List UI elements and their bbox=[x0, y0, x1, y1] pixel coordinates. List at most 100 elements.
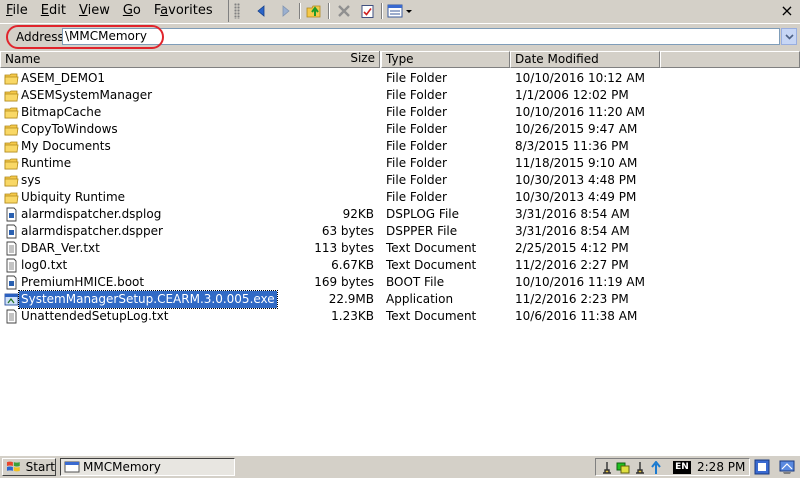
address-input[interactable]: \MMCMemory bbox=[62, 28, 780, 45]
text-file-icon bbox=[4, 241, 19, 256]
toolbar-grip[interactable] bbox=[234, 3, 240, 19]
file-name: log0.txt bbox=[21, 258, 68, 272]
file-type: Application bbox=[386, 292, 454, 306]
folder-icon bbox=[4, 122, 19, 137]
file-row[interactable]: Runtime File Folder 11/18/2015 9:10 AM bbox=[0, 155, 800, 172]
file-name: PremiumHMICE.boot bbox=[21, 275, 145, 289]
up-folder-button[interactable] bbox=[303, 1, 325, 21]
file-row[interactable]: ASEM_DEMO1 File Folder 10/10/2016 10:12 AM bbox=[0, 70, 800, 87]
file-date: 10/26/2015 9:47 AM bbox=[515, 122, 638, 136]
column-header-type-label: Type bbox=[386, 52, 414, 66]
application-icon bbox=[4, 292, 19, 307]
file-date: 2/25/2015 4:12 PM bbox=[515, 241, 629, 255]
network-icon[interactable] bbox=[600, 461, 614, 475]
file-size: 22.9MB bbox=[328, 292, 374, 306]
close-button[interactable]: × bbox=[776, 1, 798, 21]
generic-file-icon bbox=[4, 275, 19, 290]
file-size bbox=[300, 172, 374, 189]
file-type: File Folder bbox=[386, 105, 447, 119]
menu-edit[interactable]: Edit bbox=[35, 1, 73, 21]
file-type: Text Document bbox=[386, 241, 477, 255]
file-type: File Folder bbox=[386, 139, 447, 153]
file-row[interactable]: DBAR_Ver.txt 113 bytes Text Document 2/25/2… bbox=[0, 240, 800, 257]
column-header-size-label: Size bbox=[350, 51, 375, 65]
up-folder-icon bbox=[306, 5, 321, 18]
file-row[interactable]: My Documents File Folder 8/3/2015 11:36 PM bbox=[0, 138, 800, 155]
file-date: 11/2/2016 2:23 PM bbox=[515, 292, 629, 306]
menu-file[interactable]: File bbox=[0, 1, 35, 21]
toolbar-separator bbox=[381, 3, 383, 19]
show-desktop-icon bbox=[779, 460, 795, 474]
folder-icon bbox=[4, 173, 19, 188]
file-date: 3/31/2016 8:54 AM bbox=[515, 207, 630, 221]
file-name: alarmdispatcher.dspper bbox=[21, 224, 163, 238]
file-date: 10/10/2016 11:19 AM bbox=[515, 275, 645, 289]
file-row[interactable]: sys File Folder 10/30/2013 4:48 PM bbox=[0, 172, 800, 189]
file-date: 3/31/2016 8:54 AM bbox=[515, 224, 630, 238]
file-date: 8/3/2015 11:36 PM bbox=[515, 139, 629, 153]
explorer-window-icon bbox=[64, 461, 80, 473]
file-name: CopyToWindows bbox=[21, 122, 118, 136]
chevron-down-icon bbox=[784, 33, 794, 40]
file-row[interactable]: SystemManagerSetup.CEARM.3.0.005.exe 22.9… bbox=[0, 290, 800, 309]
file-size bbox=[300, 155, 374, 172]
file-size bbox=[300, 121, 374, 138]
start-button[interactable]: Start bbox=[2, 458, 56, 476]
clock[interactable]: 2:28 PM bbox=[697, 460, 745, 475]
menu-favorites[interactable]: Favorites bbox=[148, 1, 220, 21]
file-row[interactable]: alarmdispatcher.dspper 63 bytes DSPPER Fil… bbox=[0, 223, 800, 240]
text-file-icon bbox=[4, 309, 19, 324]
views-button[interactable] bbox=[385, 1, 417, 21]
file-list[interactable]: Name Size Type Date Modified ASEM_DEMO1 F… bbox=[0, 51, 800, 455]
file-row[interactable]: log0.txt 6.67KB Text Document 11/2/2016 2:2… bbox=[0, 257, 800, 274]
folder-icon bbox=[4, 156, 19, 171]
file-name: UnattendedSetupLog.txt bbox=[21, 309, 169, 323]
file-date: 10/10/2016 11:20 AM bbox=[515, 105, 645, 119]
file-size bbox=[300, 70, 374, 87]
command-bar: File Edit View Go Favorites × bbox=[0, 0, 800, 24]
delete-button[interactable] bbox=[333, 1, 355, 21]
file-size bbox=[300, 189, 374, 206]
delete-icon bbox=[338, 5, 350, 17]
properties-button[interactable] bbox=[356, 1, 378, 21]
usb-icon[interactable] bbox=[633, 461, 647, 475]
file-row[interactable]: CopyToWindows File Folder 10/26/2015 9:47 … bbox=[0, 121, 800, 138]
column-header-size[interactable]: Size bbox=[300, 51, 380, 68]
column-header-date[interactable]: Date Modified bbox=[510, 51, 660, 68]
start-label: Start bbox=[25, 460, 55, 474]
file-type: File Folder bbox=[386, 122, 447, 136]
file-type: BOOT File bbox=[386, 275, 445, 289]
file-row[interactable]: BitmapCache File Folder 10/10/2016 11:20 A… bbox=[0, 104, 800, 121]
file-row[interactable]: UnattendedSetupLog.txt 1.23KB Text Documen… bbox=[0, 308, 800, 325]
connection-icon[interactable] bbox=[616, 461, 630, 475]
menu-go[interactable]: Go bbox=[117, 1, 148, 21]
file-size: 6.67KB bbox=[331, 258, 374, 272]
file-row[interactable]: Ubiquity Runtime File Folder 10/30/2013 4:… bbox=[0, 189, 800, 206]
taskbar-window-mmcmemory[interactable]: MMCMemory bbox=[60, 458, 235, 476]
upload-arrow-icon[interactable] bbox=[649, 461, 663, 475]
file-name: ASEM_DEMO1 bbox=[21, 71, 106, 85]
forward-button[interactable] bbox=[274, 1, 296, 21]
file-size bbox=[300, 138, 374, 155]
text-file-icon bbox=[4, 258, 19, 273]
file-size: 169 bytes bbox=[314, 275, 374, 289]
taskbar: Start MMCMemory EN 2:28 PM bbox=[0, 455, 800, 478]
back-button[interactable] bbox=[251, 1, 273, 21]
file-row[interactable]: ASEMSystemManager File Folder 1/1/2006 12:… bbox=[0, 87, 800, 104]
menu-bar: File Edit View Go Favorites bbox=[0, 0, 229, 22]
address-dropdown-button[interactable] bbox=[781, 28, 797, 45]
file-name: sys bbox=[21, 173, 41, 187]
language-indicator[interactable]: EN bbox=[673, 461, 691, 474]
file-row[interactable]: PremiumHMICE.boot 169 bytes BOOT File 10/10… bbox=[0, 274, 800, 291]
menu-view[interactable]: View bbox=[73, 1, 117, 21]
column-header-date-label: Date Modified bbox=[515, 52, 599, 66]
file-row[interactable]: alarmdispatcher.dsplog 92KB DSPLOG File 3/3… bbox=[0, 206, 800, 223]
file-date: 1/1/2006 12:02 PM bbox=[515, 88, 629, 102]
show-desktop-button[interactable] bbox=[778, 458, 796, 476]
back-icon bbox=[257, 5, 265, 17]
column-header-type[interactable]: Type bbox=[381, 51, 510, 68]
file-name: SystemManagerSetup.CEARM.3.0.005.exe bbox=[18, 290, 278, 309]
file-size bbox=[300, 104, 374, 121]
desktop-switch-button[interactable] bbox=[753, 458, 771, 476]
file-date: 11/2/2016 2:27 PM bbox=[515, 258, 629, 272]
